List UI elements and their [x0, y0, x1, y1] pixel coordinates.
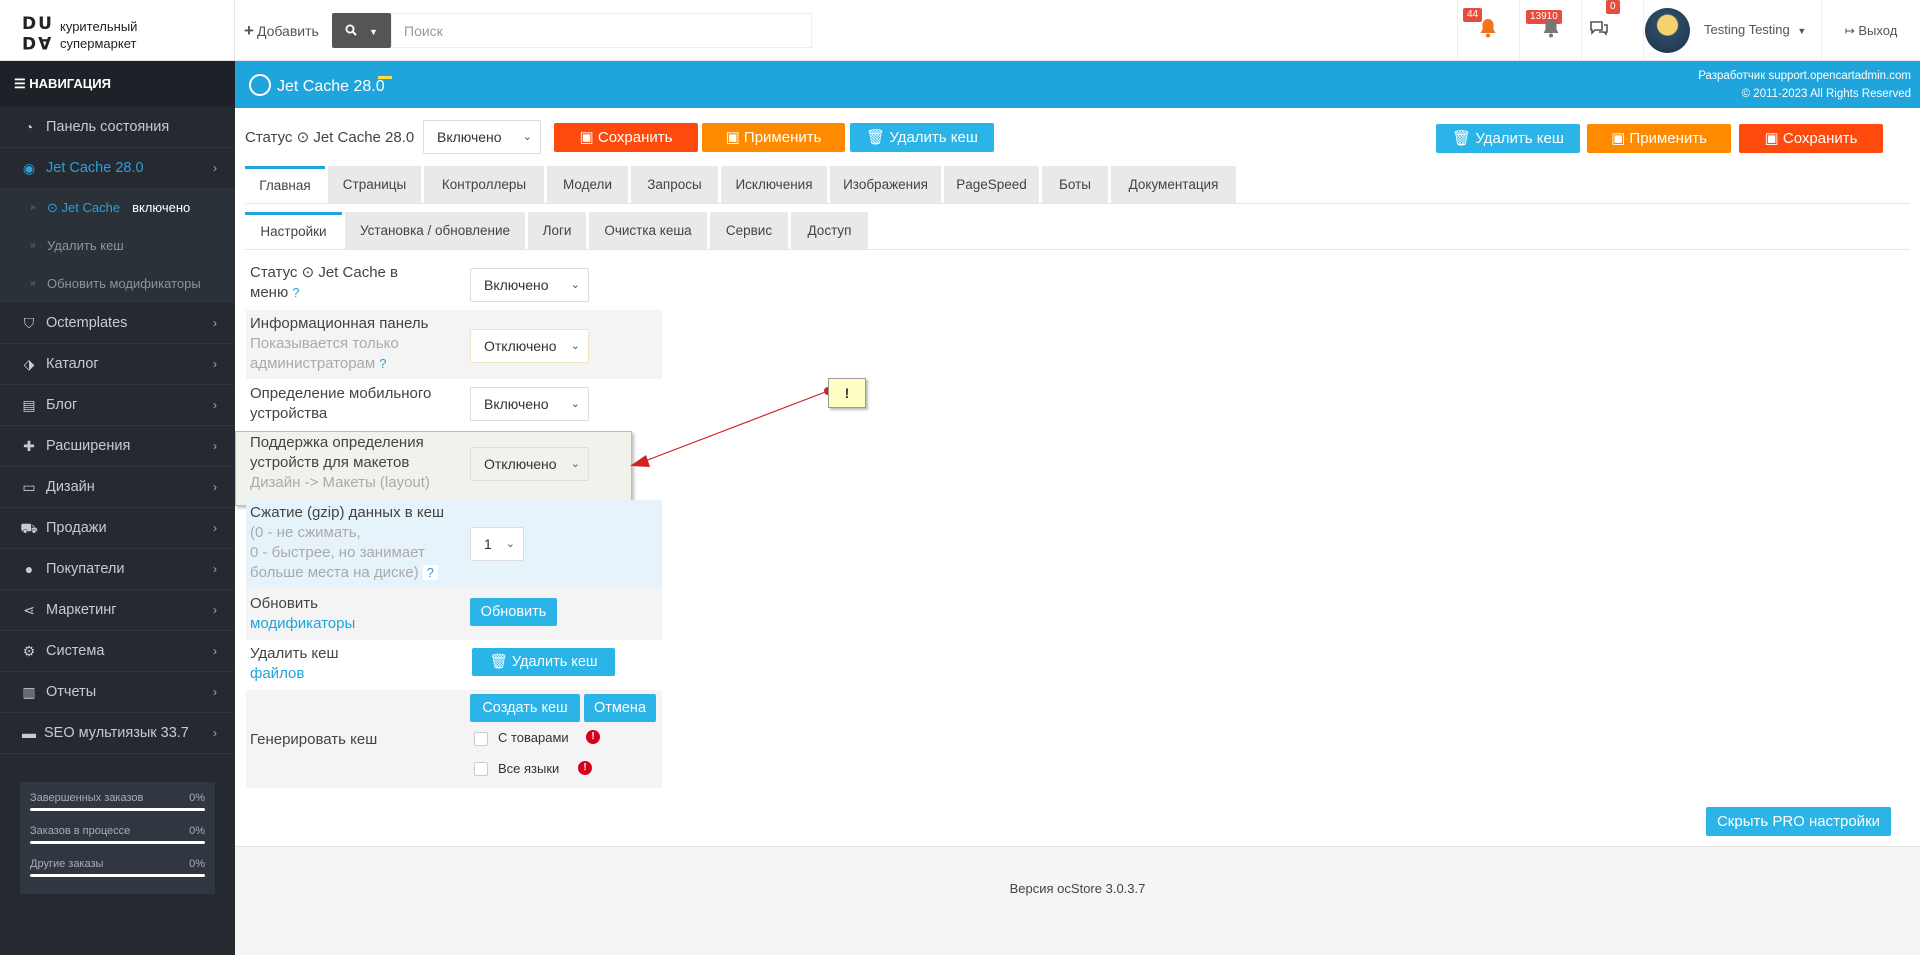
annotation-note[interactable]: !: [828, 378, 866, 408]
annotation-arrow: [630, 387, 832, 467]
hide-pro-settings-button[interactable]: Скрыть PRO настройки: [1706, 807, 1891, 836]
footer: Версия ocStore 3.0.3.7: [235, 846, 1920, 955]
version-text: Версия ocStore 3.0.3.7: [1009, 881, 1146, 896]
